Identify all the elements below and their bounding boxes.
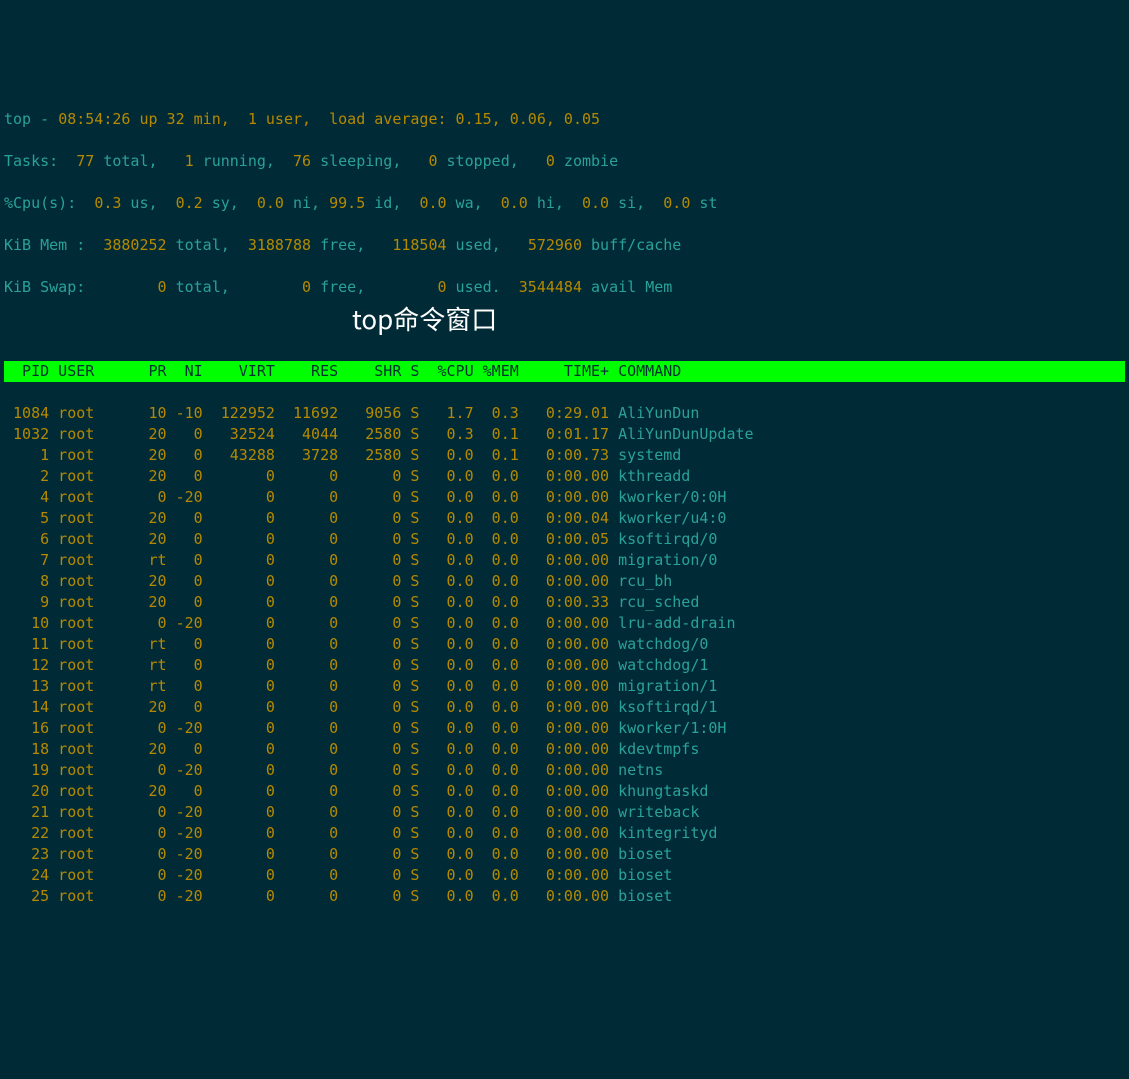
process-row[interactable]: 24 root 0 -20 0 0 0 S 0.0 0.0 0:00.00 bi… xyxy=(4,865,1125,886)
process-stats: 1084 root 10 -10 122952 11692 9056 S 1.7… xyxy=(4,404,618,422)
process-command: kworker/1:0H xyxy=(618,719,726,737)
process-stats: 22 root 0 -20 0 0 0 S 0.0 0.0 0:00.00 xyxy=(4,824,618,842)
process-command: kthreadd xyxy=(618,467,690,485)
process-row[interactable]: 20 root 20 0 0 0 0 S 0.0 0.0 0:00.00 khu… xyxy=(4,781,1125,802)
process-stats: 23 root 0 -20 0 0 0 S 0.0 0.0 0:00.00 xyxy=(4,845,618,863)
process-row[interactable]: 11 root rt 0 0 0 0 S 0.0 0.0 0:00.00 wat… xyxy=(4,634,1125,655)
process-stats: 10 root 0 -20 0 0 0 S 0.0 0.0 0:00.00 xyxy=(4,614,618,632)
process-stats: 1 root 20 0 43288 3728 2580 S 0.0 0.1 0:… xyxy=(4,446,618,464)
process-row[interactable]: 4 root 0 -20 0 0 0 S 0.0 0.0 0:00.00 kwo… xyxy=(4,487,1125,508)
process-command: rcu_bh xyxy=(618,572,672,590)
process-command: kintegrityd xyxy=(618,824,717,842)
process-stats: 25 root 0 -20 0 0 0 S 0.0 0.0 0:00.00 xyxy=(4,887,618,905)
process-command: systemd xyxy=(618,446,681,464)
process-command: kworker/0:0H xyxy=(618,488,726,506)
process-row[interactable]: 2 root 20 0 0 0 0 S 0.0 0.0 0:00.00 kthr… xyxy=(4,466,1125,487)
process-command: migration/0 xyxy=(618,551,717,569)
process-stats: 13 root rt 0 0 0 0 S 0.0 0.0 0:00.00 xyxy=(4,677,618,695)
process-row[interactable]: 12 root rt 0 0 0 0 S 0.0 0.0 0:00.00 wat… xyxy=(4,655,1125,676)
process-stats: 24 root 0 -20 0 0 0 S 0.0 0.0 0:00.00 xyxy=(4,866,618,884)
process-row[interactable]: 6 root 20 0 0 0 0 S 0.0 0.0 0:00.05 ksof… xyxy=(4,529,1125,550)
process-stats: 4 root 0 -20 0 0 0 S 0.0 0.0 0:00.00 xyxy=(4,488,618,506)
process-command: netns xyxy=(618,761,663,779)
process-command: bioset xyxy=(618,845,672,863)
process-row[interactable]: 8 root 20 0 0 0 0 S 0.0 0.0 0:00.00 rcu_… xyxy=(4,571,1125,592)
process-command: ksoftirqd/1 xyxy=(618,698,717,716)
process-command: watchdog/0 xyxy=(618,635,708,653)
process-row[interactable]: 22 root 0 -20 0 0 0 S 0.0 0.0 0:00.00 ki… xyxy=(4,823,1125,844)
process-command: khungtaskd xyxy=(618,782,708,800)
process-command: writeback xyxy=(618,803,699,821)
process-row[interactable]: 18 root 20 0 0 0 0 S 0.0 0.0 0:00.00 kde… xyxy=(4,739,1125,760)
process-command: lru-add-drain xyxy=(618,614,735,632)
process-row[interactable]: 14 root 20 0 0 0 0 S 0.0 0.0 0:00.00 kso… xyxy=(4,697,1125,718)
process-row[interactable]: 16 root 0 -20 0 0 0 S 0.0 0.0 0:00.00 kw… xyxy=(4,718,1125,739)
process-command: AliYunDun xyxy=(618,404,699,422)
process-command: ksoftirqd/0 xyxy=(618,530,717,548)
process-command: bioset xyxy=(618,887,672,905)
process-row[interactable]: 1 root 20 0 43288 3728 2580 S 0.0 0.1 0:… xyxy=(4,445,1125,466)
process-stats: 1032 root 20 0 32524 4044 2580 S 0.3 0.1… xyxy=(4,425,618,443)
process-stats: 6 root 20 0 0 0 0 S 0.0 0.0 0:00.05 xyxy=(4,530,618,548)
process-stats: 14 root 20 0 0 0 0 S 0.0 0.0 0:00.00 xyxy=(4,698,618,716)
swap-line: KiB Swap: 0 total, 0 free, 0 used. 35444… xyxy=(4,277,1125,298)
tasks-line: Tasks: 77 total, 1 running, 76 sleeping,… xyxy=(4,151,1125,172)
process-command: migration/1 xyxy=(618,677,717,695)
process-row[interactable]: 10 root 0 -20 0 0 0 S 0.0 0.0 0:00.00 lr… xyxy=(4,613,1125,634)
process-stats: 11 root rt 0 0 0 0 S 0.0 0.0 0:00.00 xyxy=(4,635,618,653)
process-stats: 5 root 20 0 0 0 0 S 0.0 0.0 0:00.04 xyxy=(4,509,618,527)
process-command: bioset xyxy=(618,866,672,884)
process-row[interactable]: 1032 root 20 0 32524 4044 2580 S 0.3 0.1… xyxy=(4,424,1125,445)
process-row[interactable]: 1084 root 10 -10 122952 11692 9056 S 1.7… xyxy=(4,403,1125,424)
mem-line: KiB Mem : 3880252 total, 3188788 free, 1… xyxy=(4,235,1125,256)
process-row[interactable]: 7 root rt 0 0 0 0 S 0.0 0.0 0:00.00 migr… xyxy=(4,550,1125,571)
process-stats: 19 root 0 -20 0 0 0 S 0.0 0.0 0:00.00 xyxy=(4,761,618,779)
process-stats: 18 root 20 0 0 0 0 S 0.0 0.0 0:00.00 xyxy=(4,740,618,758)
process-row[interactable]: 21 root 0 -20 0 0 0 S 0.0 0.0 0:00.00 wr… xyxy=(4,802,1125,823)
terminal-output[interactable]: top - 08:54:26 up 32 min, 1 user, load a… xyxy=(0,84,1129,932)
process-row[interactable]: 5 root 20 0 0 0 0 S 0.0 0.0 0:00.04 kwor… xyxy=(4,508,1125,529)
process-stats: 21 root 0 -20 0 0 0 S 0.0 0.0 0:00.00 xyxy=(4,803,618,821)
process-stats: 12 root rt 0 0 0 0 S 0.0 0.0 0:00.00 xyxy=(4,656,618,674)
process-stats: 2 root 20 0 0 0 0 S 0.0 0.0 0:00.00 xyxy=(4,467,618,485)
process-row[interactable]: 9 root 20 0 0 0 0 S 0.0 0.0 0:00.33 rcu_… xyxy=(4,592,1125,613)
process-row[interactable]: 19 root 0 -20 0 0 0 S 0.0 0.0 0:00.00 ne… xyxy=(4,760,1125,781)
process-command: watchdog/1 xyxy=(618,656,708,674)
process-stats: 7 root rt 0 0 0 0 S 0.0 0.0 0:00.00 xyxy=(4,551,618,569)
process-stats: 16 root 0 -20 0 0 0 S 0.0 0.0 0:00.00 xyxy=(4,719,618,737)
process-list[interactable]: 1084 root 10 -10 122952 11692 9056 S 1.7… xyxy=(4,403,1125,907)
process-row[interactable]: 23 root 0 -20 0 0 0 S 0.0 0.0 0:00.00 bi… xyxy=(4,844,1125,865)
process-stats: 20 root 20 0 0 0 0 S 0.0 0.0 0:00.00 xyxy=(4,782,618,800)
process-command: rcu_sched xyxy=(618,593,699,611)
column-header[interactable]: PID USER PR NI VIRT RES SHR S %CPU %MEM … xyxy=(4,361,1125,382)
process-stats: 8 root 20 0 0 0 0 S 0.0 0.0 0:00.00 xyxy=(4,572,618,590)
uptime-line: top - 08:54:26 up 32 min, 1 user, load a… xyxy=(4,109,1125,130)
process-command: kdevtmpfs xyxy=(618,740,699,758)
cpu-line: %Cpu(s): 0.3 us, 0.2 sy, 0.0 ni, 99.5 id… xyxy=(4,193,1125,214)
process-row[interactable]: 25 root 0 -20 0 0 0 S 0.0 0.0 0:00.00 bi… xyxy=(4,886,1125,907)
process-command: AliYunDunUpdate xyxy=(618,425,753,443)
process-stats: 9 root 20 0 0 0 0 S 0.0 0.0 0:00.33 xyxy=(4,593,618,611)
process-command: kworker/u4:0 xyxy=(618,509,726,527)
blank-line xyxy=(4,319,1125,340)
